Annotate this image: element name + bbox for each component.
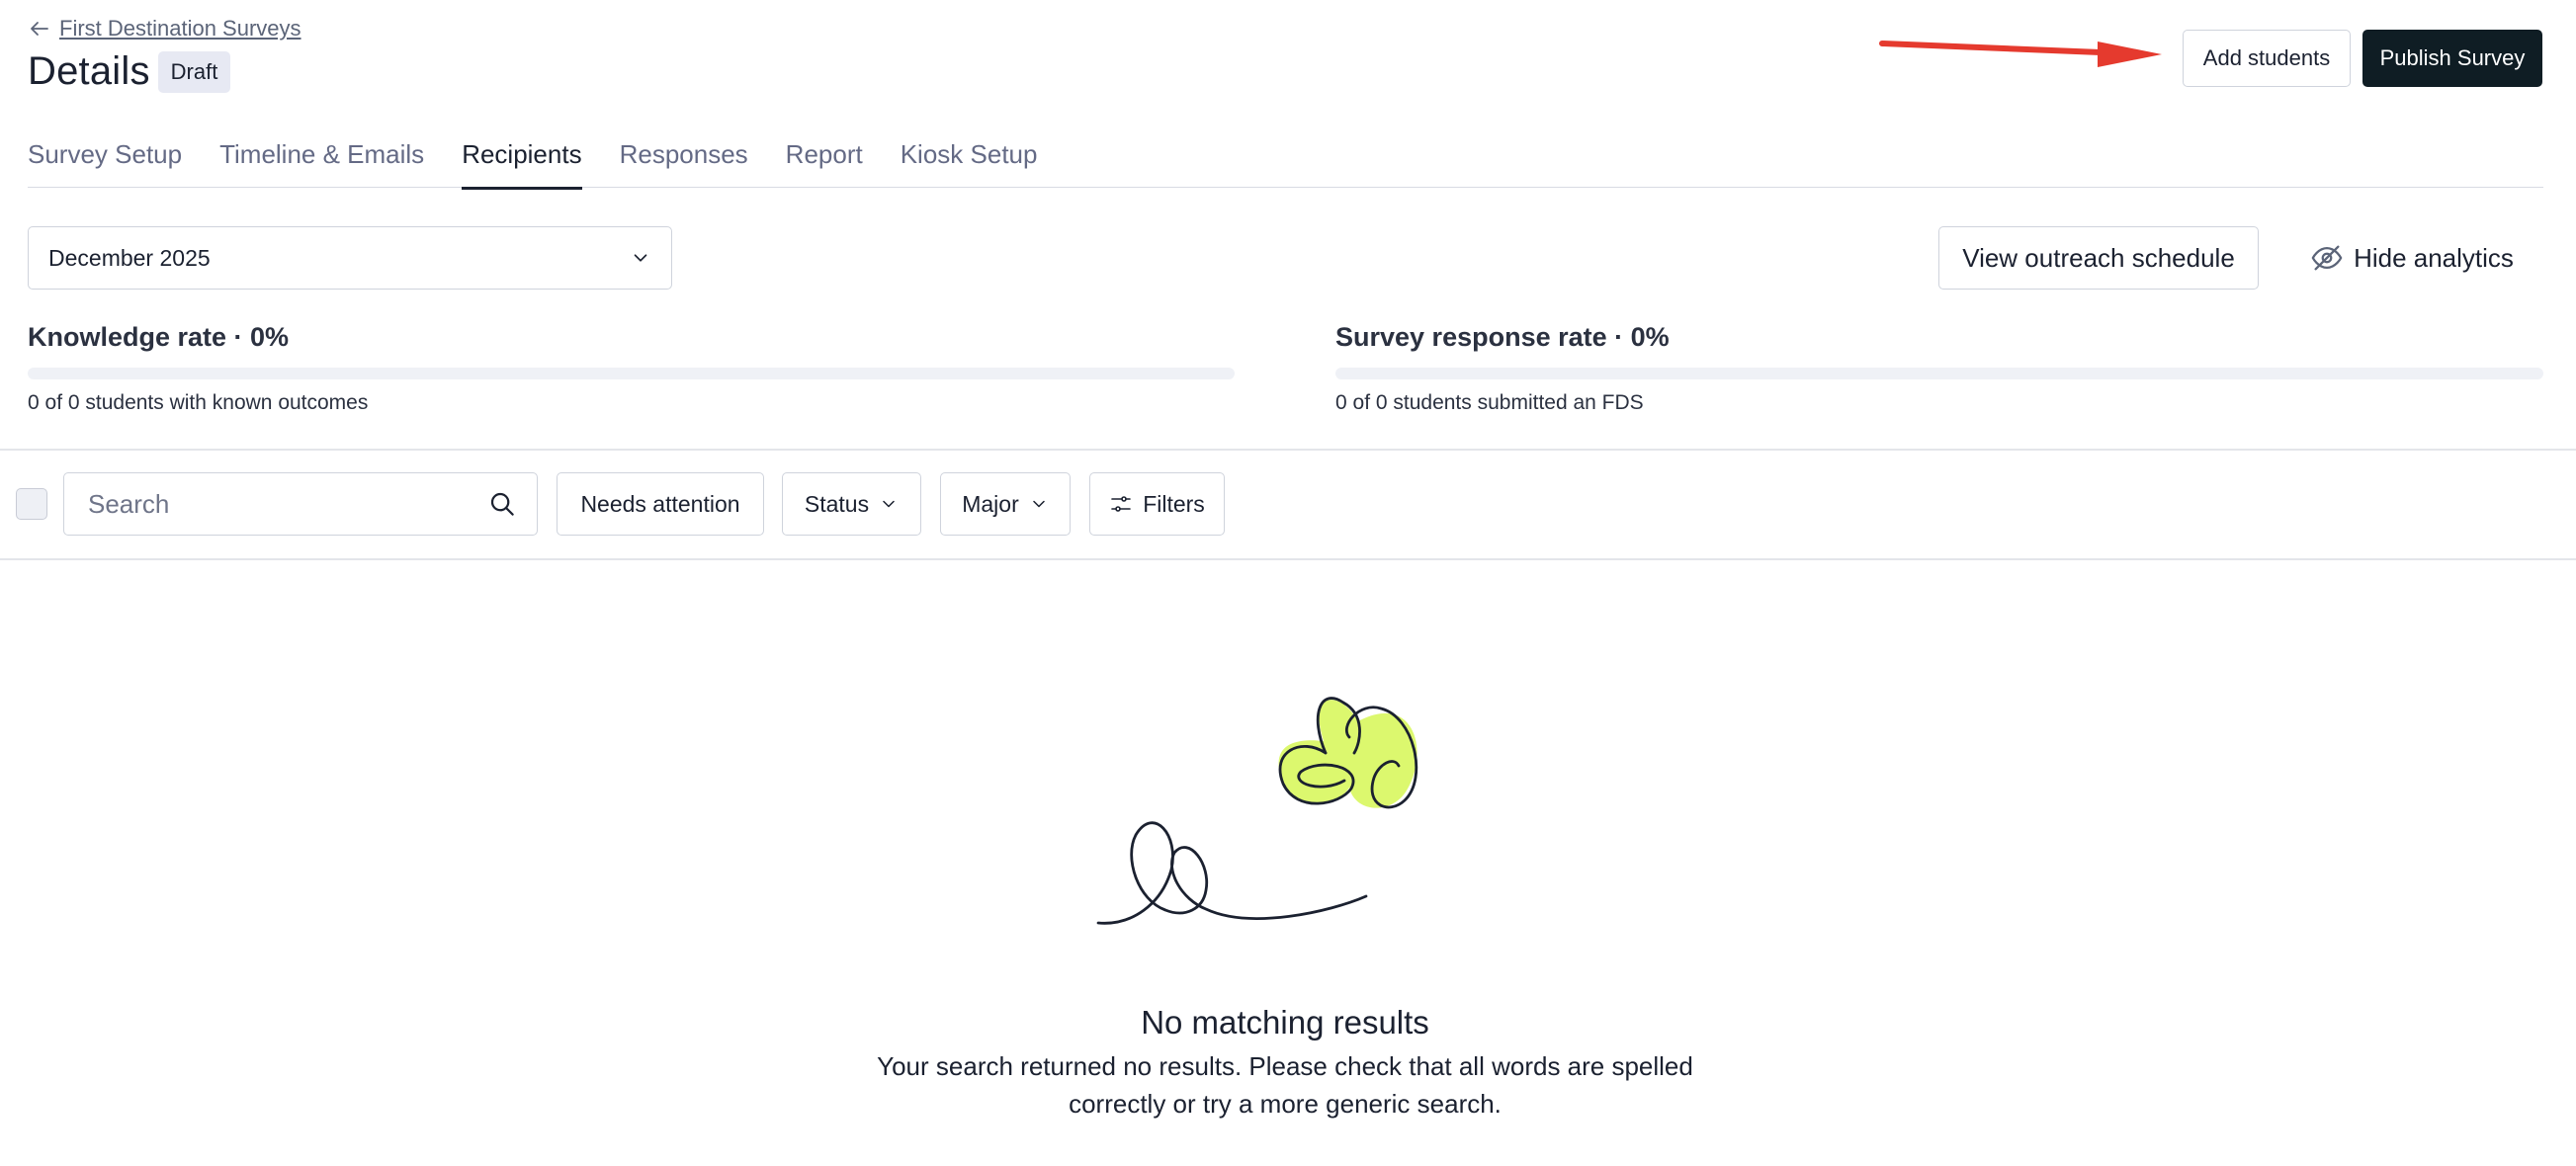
tab-report[interactable]: Report bbox=[786, 138, 863, 188]
tab-survey-setup[interactable]: Survey Setup bbox=[28, 138, 182, 188]
breadcrumb-link[interactable]: First Destination Surveys bbox=[59, 16, 301, 42]
select-all-checkbox[interactable] bbox=[16, 488, 47, 520]
response-rate-label: Survey response rate · 0% bbox=[1335, 322, 1670, 352]
breadcrumb: First Destination Surveys bbox=[28, 16, 301, 42]
divider bbox=[0, 449, 2576, 451]
publish-survey-button[interactable]: Publish Survey bbox=[2362, 30, 2542, 87]
response-rate-progress bbox=[1335, 368, 2543, 379]
view-outreach-schedule-button[interactable]: View outreach schedule bbox=[1938, 226, 2259, 290]
major-filter-button[interactable]: Major bbox=[940, 472, 1071, 536]
chevron-down-icon bbox=[1033, 500, 1045, 508]
empty-state-line-1: Your search returned no results. Please … bbox=[877, 1051, 1693, 1081]
arrow-left-icon[interactable] bbox=[28, 17, 51, 41]
search-input[interactable] bbox=[88, 488, 487, 520]
knowledge-rate-progress bbox=[28, 368, 1235, 379]
response-rate-metric: Survey response rate · 0% 0 of 0 student… bbox=[1335, 322, 2543, 415]
knowledge-rate-metric: Knowledge rate · 0% 0 of 0 students with… bbox=[28, 322, 1235, 415]
period-select-value: December 2025 bbox=[48, 244, 211, 271]
hide-analytics-label: Hide analytics bbox=[2354, 242, 2514, 273]
knowledge-rate-label: Knowledge rate · 0% bbox=[28, 322, 290, 352]
empty-state-line-2: correctly or try a more generic search. bbox=[1069, 1089, 1502, 1119]
status-filter-label: Status bbox=[804, 490, 870, 517]
empty-state-message: Your search returned no results. Please … bbox=[0, 1047, 2570, 1123]
major-filter-label: Major bbox=[962, 490, 1019, 517]
filters-button[interactable]: Filters bbox=[1089, 472, 1225, 536]
hide-analytics-button[interactable]: Hide analytics bbox=[2278, 226, 2545, 290]
title-row: Details Draft bbox=[28, 49, 231, 94]
annotation-arrow bbox=[1879, 41, 2162, 67]
search-field bbox=[63, 472, 538, 536]
empty-state-title: No matching results bbox=[1141, 1004, 1429, 1041]
page-title: Details bbox=[28, 49, 150, 93]
status-badge: Draft bbox=[157, 50, 231, 93]
tab-kiosk-setup[interactable]: Kiosk Setup bbox=[901, 138, 1038, 188]
add-students-button[interactable]: Add students bbox=[2183, 30, 2351, 87]
filters-label: Filters bbox=[1143, 490, 1205, 517]
sliders-icon bbox=[1111, 496, 1131, 512]
tab-timeline-emails[interactable]: Timeline & Emails bbox=[219, 138, 424, 188]
period-select[interactable]: December 2025 bbox=[28, 226, 672, 290]
tab-recipients[interactable]: Recipients bbox=[462, 138, 583, 190]
knowledge-rate-caption: 0 of 0 students with known outcomes bbox=[28, 391, 369, 414]
status-filter-button[interactable]: Status bbox=[782, 472, 921, 536]
search-icon[interactable] bbox=[487, 489, 517, 519]
empty-state-illustration bbox=[1096, 697, 1418, 925]
tab-bar: Survey Setup Timeline & Emails Recipient… bbox=[28, 138, 2543, 190]
tab-responses[interactable]: Responses bbox=[620, 138, 748, 188]
divider bbox=[0, 558, 2576, 560]
chevron-down-icon bbox=[634, 254, 647, 262]
response-rate-caption: 0 of 0 students submitted an FDS bbox=[1335, 391, 1644, 414]
chevron-down-icon bbox=[883, 500, 895, 508]
needs-attention-button[interactable]: Needs attention bbox=[557, 472, 764, 536]
eye-slash-icon bbox=[2311, 245, 2343, 271]
